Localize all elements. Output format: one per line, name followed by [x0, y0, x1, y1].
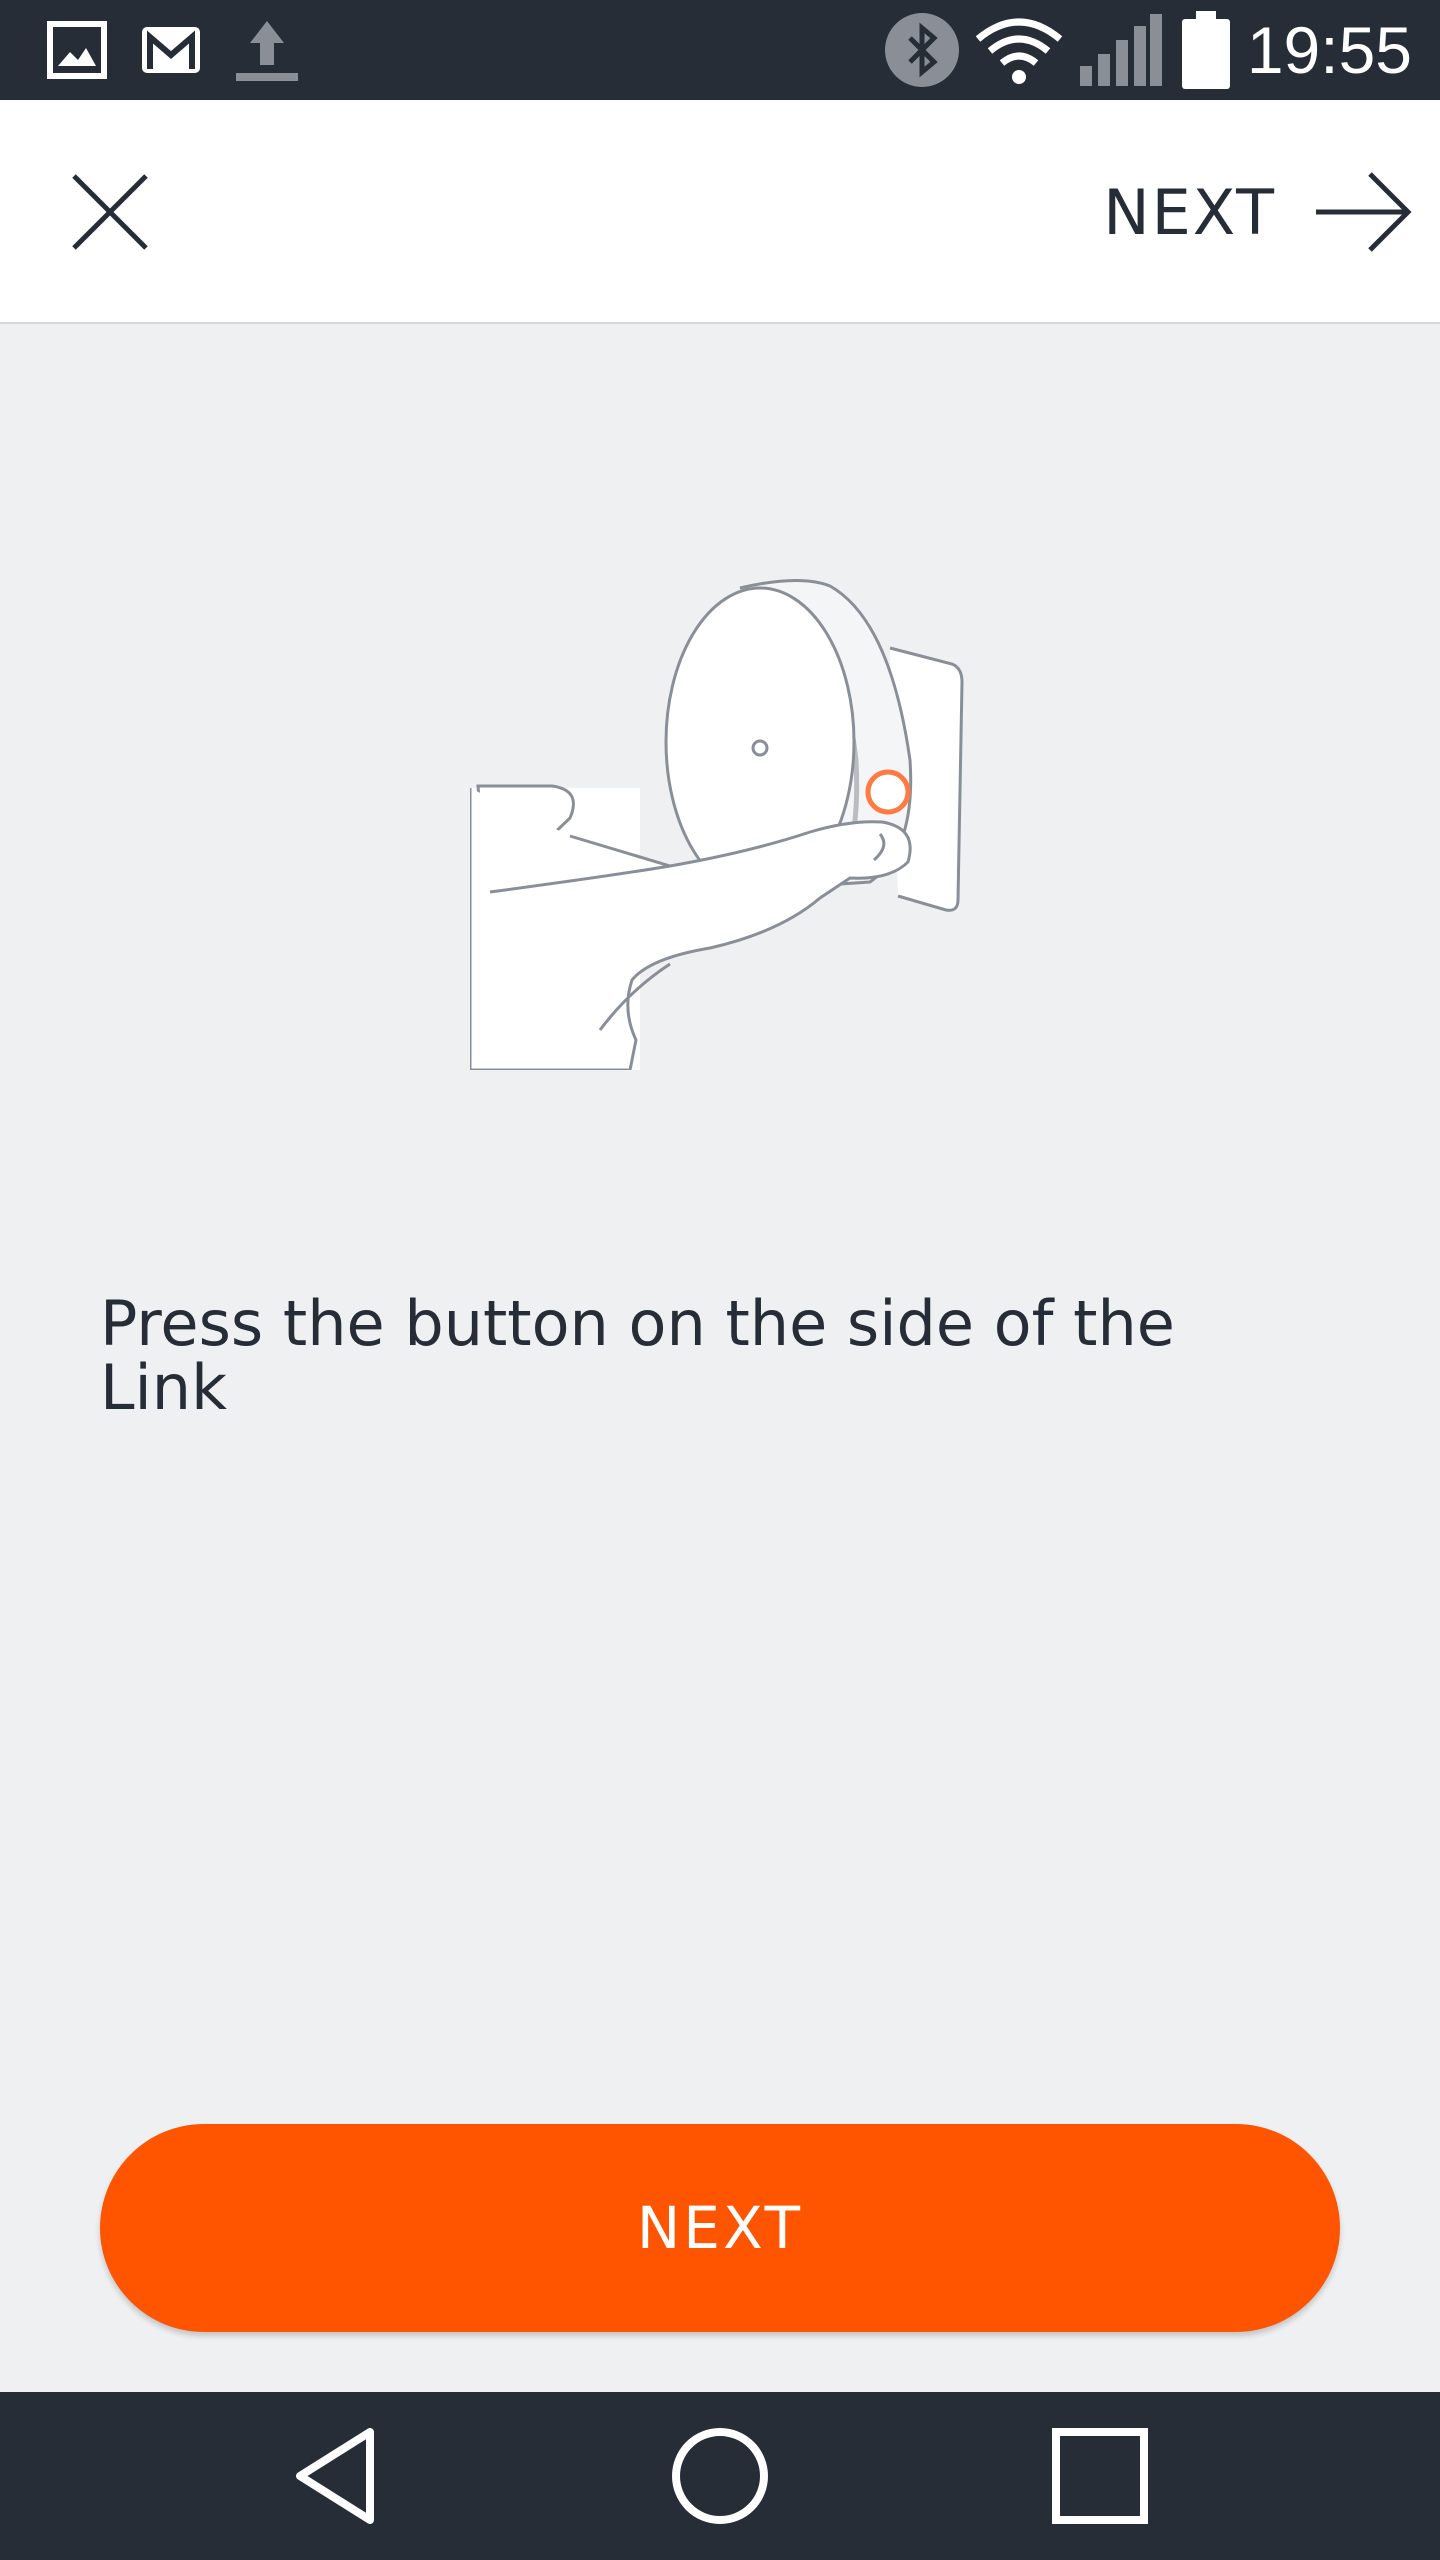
bluetooth-icon: [884, 0, 960, 100]
close-button[interactable]: [40, 142, 180, 282]
home-icon: [672, 2428, 768, 2524]
instruction-text: Press the button on the side of the Link: [100, 1287, 1175, 1424]
gmail-icon: [140, 0, 202, 100]
next-button-label: NEXT: [636, 2194, 804, 2262]
status-time: 19:55: [1246, 13, 1412, 87]
gallery-icon: [46, 0, 108, 100]
signal-icon: [1078, 0, 1164, 100]
home-button[interactable]: [630, 2392, 810, 2560]
battery-icon: [1182, 0, 1230, 100]
next-button[interactable]: NEXT: [100, 2124, 1340, 2332]
upload-icon: [234, 0, 300, 100]
back-button[interactable]: [250, 2392, 430, 2560]
next-top-button[interactable]: NEXT: [1103, 142, 1412, 282]
recents-icon: [1052, 2428, 1148, 2524]
wifi-icon: [974, 0, 1064, 100]
back-icon: [296, 2428, 374, 2524]
close-icon: [72, 174, 148, 250]
status-bar: 19:55: [0, 0, 1440, 100]
recents-button[interactable]: [1010, 2392, 1190, 2560]
hand-pressing-link-button-illustration: [468, 560, 990, 1072]
app-bar: NEXT: [0, 100, 1440, 324]
navigation-bar: [0, 2392, 1440, 2560]
arrow-right-icon: [1316, 172, 1412, 252]
next-top-label: NEXT: [1103, 175, 1276, 249]
